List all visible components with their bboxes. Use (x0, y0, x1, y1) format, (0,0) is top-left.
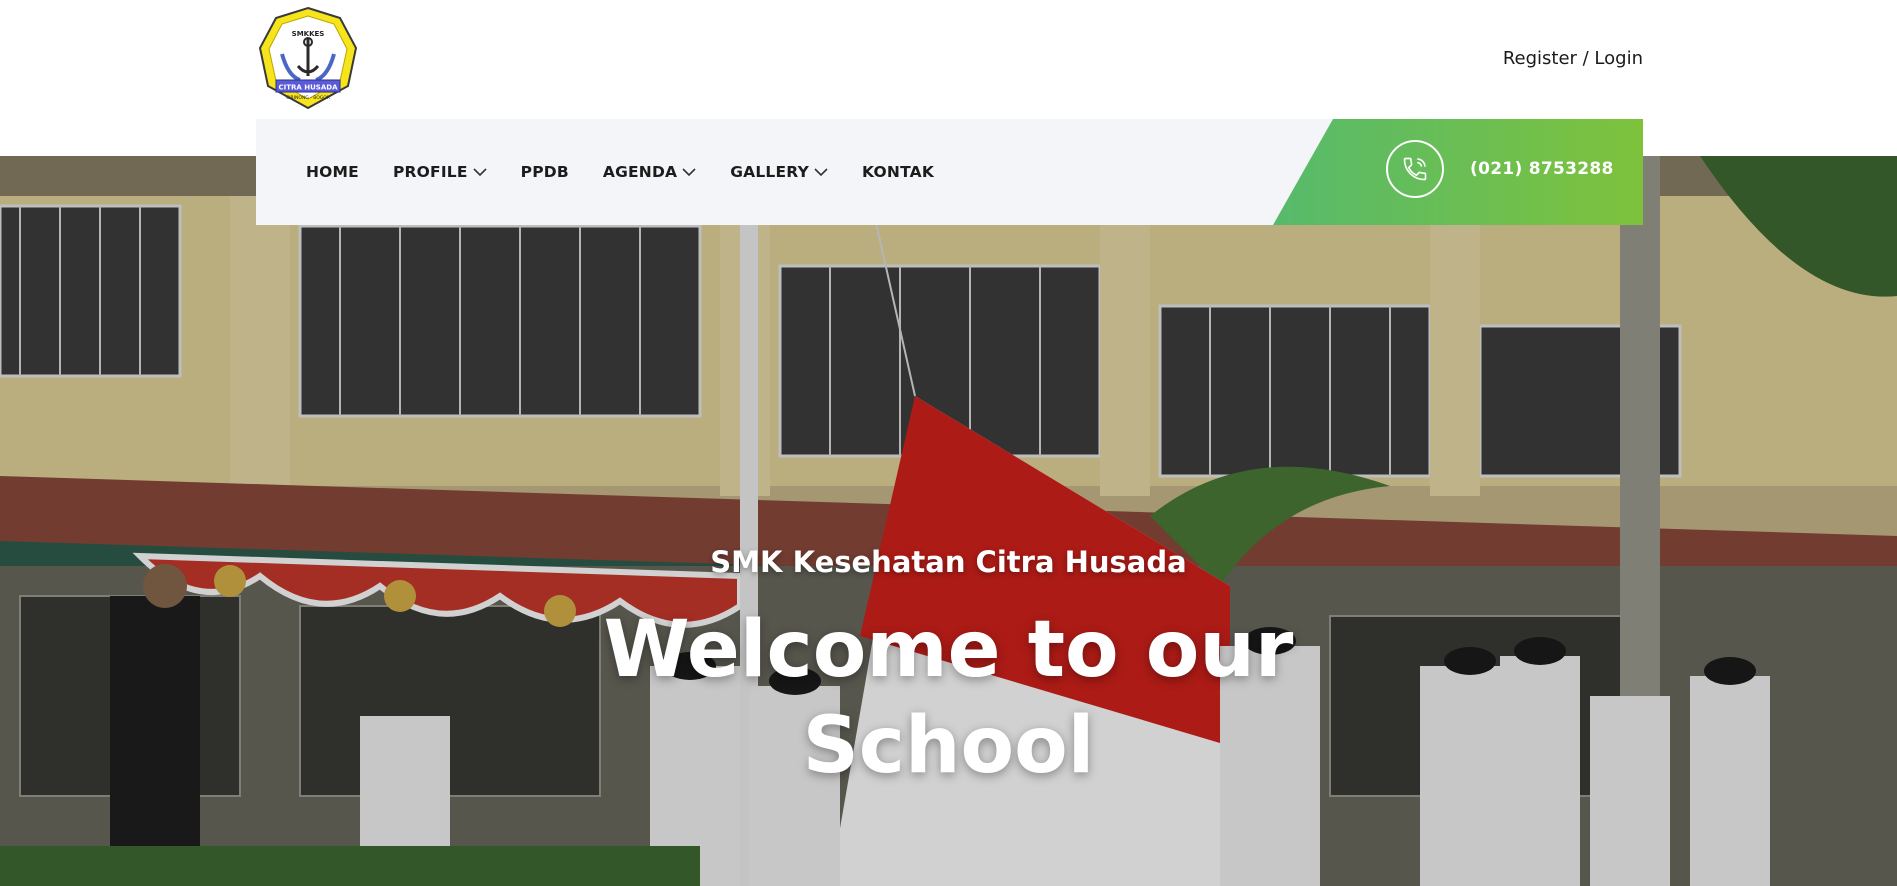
svg-text:CITRA HUSADA: CITRA HUSADA (279, 84, 339, 92)
nav-menu: HOME PROFILE PPDB AGENDA GALLERY KONTAK (306, 119, 968, 225)
nav-item-label: PROFILE (392, 163, 468, 181)
chevron-down-icon (814, 163, 828, 181)
phone-contact-box[interactable]: (021) 8753288 (1273, 119, 1643, 225)
nav-item-label: AGENDA (602, 163, 678, 181)
svg-text:CIBINONG - BOGOR: CIBINONG - BOGOR (286, 95, 330, 101)
hero-title-line-2: School (802, 701, 1095, 791)
nav-item-kontak[interactable]: KONTAK (862, 163, 934, 181)
hero-title: Welcome to our School (0, 602, 1897, 794)
register-login-text[interactable]: Register / Login (1503, 48, 1643, 69)
nav-item-gallery[interactable]: GALLERY (730, 163, 828, 181)
nav-item-profile[interactable]: PROFILE (393, 163, 487, 181)
hero-subtitle: SMK Kesehatan Citra Husada (710, 545, 1187, 579)
register-login-link[interactable]: Register / Login (1503, 48, 1643, 69)
chevron-down-icon (682, 163, 696, 181)
nav-item-label: HOME (306, 163, 359, 181)
nav-item-agenda[interactable]: AGENDA (603, 163, 696, 181)
nav-item-label: PPDB (520, 163, 569, 181)
nav-item-label: KONTAK (862, 163, 935, 181)
phone-icon (1386, 140, 1444, 198)
nav-item-home[interactable]: HOME (306, 163, 359, 181)
phone-number[interactable]: (021) 8753288 (1470, 159, 1614, 179)
svg-text:SMKKES: SMKKES (292, 30, 325, 38)
main-navigation: HOME PROFILE PPDB AGENDA GALLERY KONTAK (256, 119, 1643, 225)
nav-item-label: GALLERY (730, 163, 809, 181)
hero-title-line-1: Welcome to our (603, 605, 1294, 695)
chevron-down-icon (473, 163, 487, 181)
school-logo[interactable]: SMKKES CITRA HUSADA CIBINONG - BOGOR (258, 6, 358, 110)
nav-item-ppdb[interactable]: PPDB (521, 163, 569, 181)
